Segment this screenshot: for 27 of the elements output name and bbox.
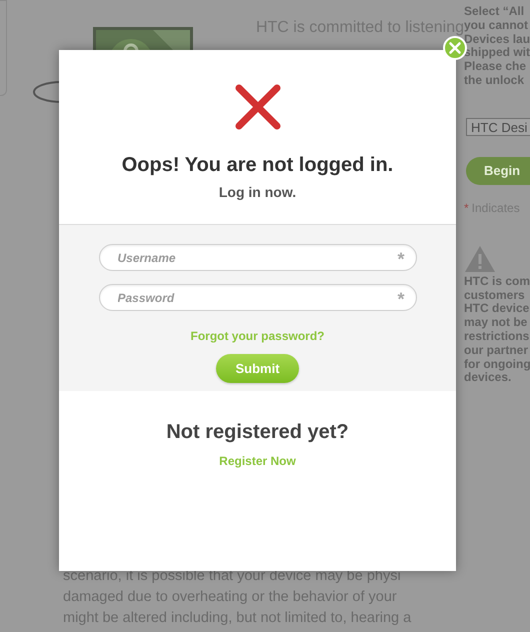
notice-text: you cannot	[464, 18, 530, 33]
warning-text: our partner	[464, 344, 530, 358]
warning-text: customers	[464, 288, 526, 302]
error-cross-icon	[232, 83, 282, 131]
begin-button[interactable]: Begin	[466, 156, 530, 185]
warning-text: HTC device	[464, 302, 530, 316]
warning-text: may not be	[464, 316, 528, 330]
notice-text: Please che	[464, 60, 528, 74]
forgot-password-link[interactable]: Forgot your password?	[190, 329, 324, 343]
warning-icon	[464, 244, 496, 273]
register-link[interactable]: Register Now	[219, 454, 296, 468]
notice-text: Devices lau	[464, 32, 530, 46]
submit-button[interactable]: Submit	[216, 354, 299, 383]
warning-text: restrictions	[464, 330, 530, 344]
register-heading: Not registered yet?	[166, 421, 349, 444]
dialog-subtitle: Log in now.	[218, 184, 296, 200]
warning-text: devices.	[464, 371, 512, 386]
notice-text: Select “All	[464, 5, 526, 19]
notice-text: the unlock	[464, 74, 526, 88]
warning-text: for ongoing	[464, 358, 530, 372]
dialog-title: Oops! You are not logged in.	[122, 153, 394, 178]
required-mark: *	[397, 289, 404, 309]
device-select[interactable]: HTC Desi	[466, 118, 530, 136]
notice-text: shipped wit	[464, 46, 530, 60]
warning-text: HTC is com	[464, 274, 530, 289]
required-mark: *	[397, 249, 404, 269]
required-mark: *	[464, 200, 469, 215]
